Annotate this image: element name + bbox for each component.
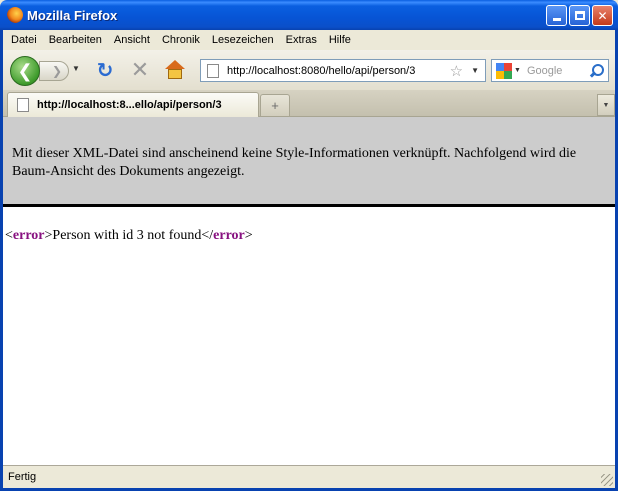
tab-active[interactable]: http://localhost:8...ello/api/person/3	[7, 92, 259, 117]
xml-tag-open: error	[12, 228, 45, 243]
xml-notice: Mit dieser XML-Datei sind anscheinend ke…	[3, 117, 615, 207]
xml-bracket: </	[201, 228, 214, 243]
home-button[interactable]	[165, 60, 185, 80]
minimize-icon	[552, 18, 561, 21]
xml-bracket: >	[244, 228, 253, 243]
tab-label: http://localhost:8...ello/api/person/3	[37, 99, 222, 111]
resize-grip[interactable]	[601, 474, 613, 486]
stop-button[interactable]: ✕	[129, 57, 151, 82]
chevron-down-icon: ▼	[602, 101, 610, 109]
back-arrow-icon: ❮	[17, 60, 33, 81]
menu-chronik[interactable]: Chronik	[158, 34, 208, 46]
xml-text: Person with id 3 not found	[52, 228, 202, 243]
page-icon	[17, 98, 29, 112]
close-icon: ✕	[597, 8, 608, 23]
home-icon	[165, 60, 185, 69]
status-text: Fertig	[8, 471, 37, 483]
xml-tree-line: <error>Person with id 3 not found</error…	[5, 228, 253, 244]
firefox-icon	[7, 7, 23, 23]
xml-tag-close: error	[213, 228, 245, 243]
menu-extras[interactable]: Extras	[282, 34, 325, 46]
new-tab-button[interactable]: +	[260, 94, 290, 116]
xml-bracket: <	[5, 228, 13, 243]
tab-strip: http://localhost:8...ello/api/person/3 +…	[3, 90, 615, 117]
close-button[interactable]: ✕	[592, 5, 613, 26]
forward-arrow-icon: ❯	[51, 64, 63, 78]
plus-icon: +	[271, 98, 279, 113]
minimize-button[interactable]	[546, 5, 567, 26]
back-button[interactable]: ❮	[10, 56, 40, 86]
search-engine-dropdown-icon[interactable]: ▼	[514, 67, 521, 74]
page-content: Mit dieser XML-Datei sind anscheinend ke…	[3, 117, 615, 465]
menu-datei[interactable]: Datei	[7, 34, 45, 46]
title-bar: Mozilla Firefox ✕	[0, 0, 618, 30]
search-bar[interactable]: ▼ Google	[491, 59, 609, 82]
reload-button[interactable]: ↻	[94, 59, 116, 82]
search-input[interactable]: Google	[527, 65, 588, 77]
search-icon[interactable]	[588, 63, 604, 79]
tab-list-button[interactable]: ▼	[597, 94, 615, 116]
maximize-icon	[574, 11, 585, 20]
history-dropdown-icon[interactable]: ▼	[72, 64, 80, 73]
reload-icon: ↻	[96, 59, 114, 82]
bookmark-star-icon[interactable]: ☆	[450, 62, 463, 80]
menu-ansicht[interactable]: Ansicht	[110, 34, 158, 46]
forward-button[interactable]: ❯	[39, 61, 69, 81]
url-history-dropdown-icon[interactable]: ▼	[471, 66, 479, 75]
google-icon[interactable]	[496, 62, 512, 79]
menu-bearbeiten[interactable]: Bearbeiten	[45, 34, 110, 46]
maximize-button[interactable]	[569, 5, 590, 26]
status-bar: Fertig	[3, 465, 615, 488]
navigation-toolbar: ❯ ❮ ▼ ↻ ✕ http://localhost:8080/hello/ap…	[3, 50, 615, 90]
address-input[interactable]: http://localhost:8080/hello/api/person/3	[227, 65, 450, 77]
page-icon	[207, 63, 219, 78]
menu-hilfe[interactable]: Hilfe	[325, 34, 359, 46]
address-bar[interactable]: http://localhost:8080/hello/api/person/3…	[200, 59, 486, 82]
stop-icon: ✕	[130, 57, 150, 82]
menu-bar: Datei Bearbeiten Ansicht Chronik Lesezei…	[3, 30, 615, 50]
menu-lesezeichen[interactable]: Lesezeichen	[208, 34, 282, 46]
window-title: Mozilla Firefox	[27, 8, 118, 23]
